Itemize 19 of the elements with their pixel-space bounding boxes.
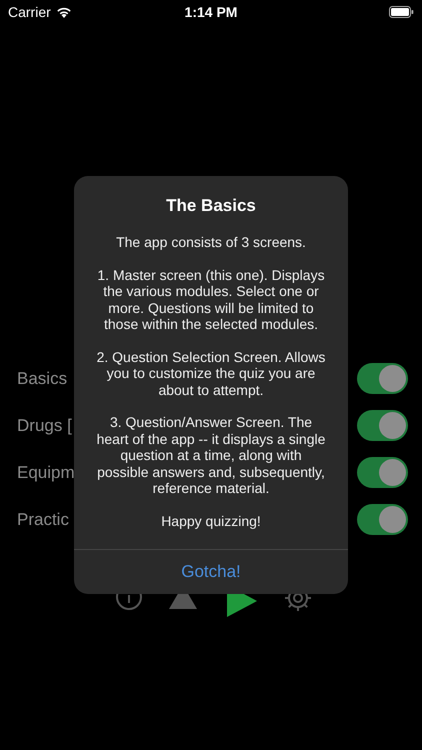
- alert-message: 1. Master screen (this one). Displays the various modules. Select one or more. Questions will be limited to those within the selected modules.: [96, 266, 326, 332]
- module-label: Drugs [: [17, 416, 72, 436]
- module-label: Basics: [17, 368, 68, 388]
- alert-title: The Basics: [166, 196, 256, 216]
- alert-message: The app consists of 3 screens.: [115, 234, 307, 250]
- toggle-switch[interactable]: [357, 457, 408, 488]
- carrier-label: Carrier: [8, 4, 51, 20]
- toggle-switch[interactable]: [357, 504, 408, 535]
- alert-message: Happy quizzing!: [160, 512, 262, 530]
- module-label: Practic: [17, 510, 69, 530]
- battery-icon: [388, 6, 414, 18]
- clock-time: 1:14 PM: [184, 4, 238, 20]
- alert-message: 2. Question Selection Screen. Allows you to customize the quiz you are about to attempt.: [96, 348, 326, 398]
- module-label: Equipm: [17, 462, 75, 482]
- gotcha-button[interactable]: Gotcha!: [74, 550, 348, 594]
- toggle-switch[interactable]: [357, 363, 408, 394]
- alert-message: 3. Question/Answer Screen. The heart of the app -- it displays a single question at a time, along with possible answers and, subsequently, reference material.: [96, 414, 326, 496]
- toggle-switch[interactable]: [357, 410, 408, 441]
- wifi-icon: [56, 6, 72, 18]
